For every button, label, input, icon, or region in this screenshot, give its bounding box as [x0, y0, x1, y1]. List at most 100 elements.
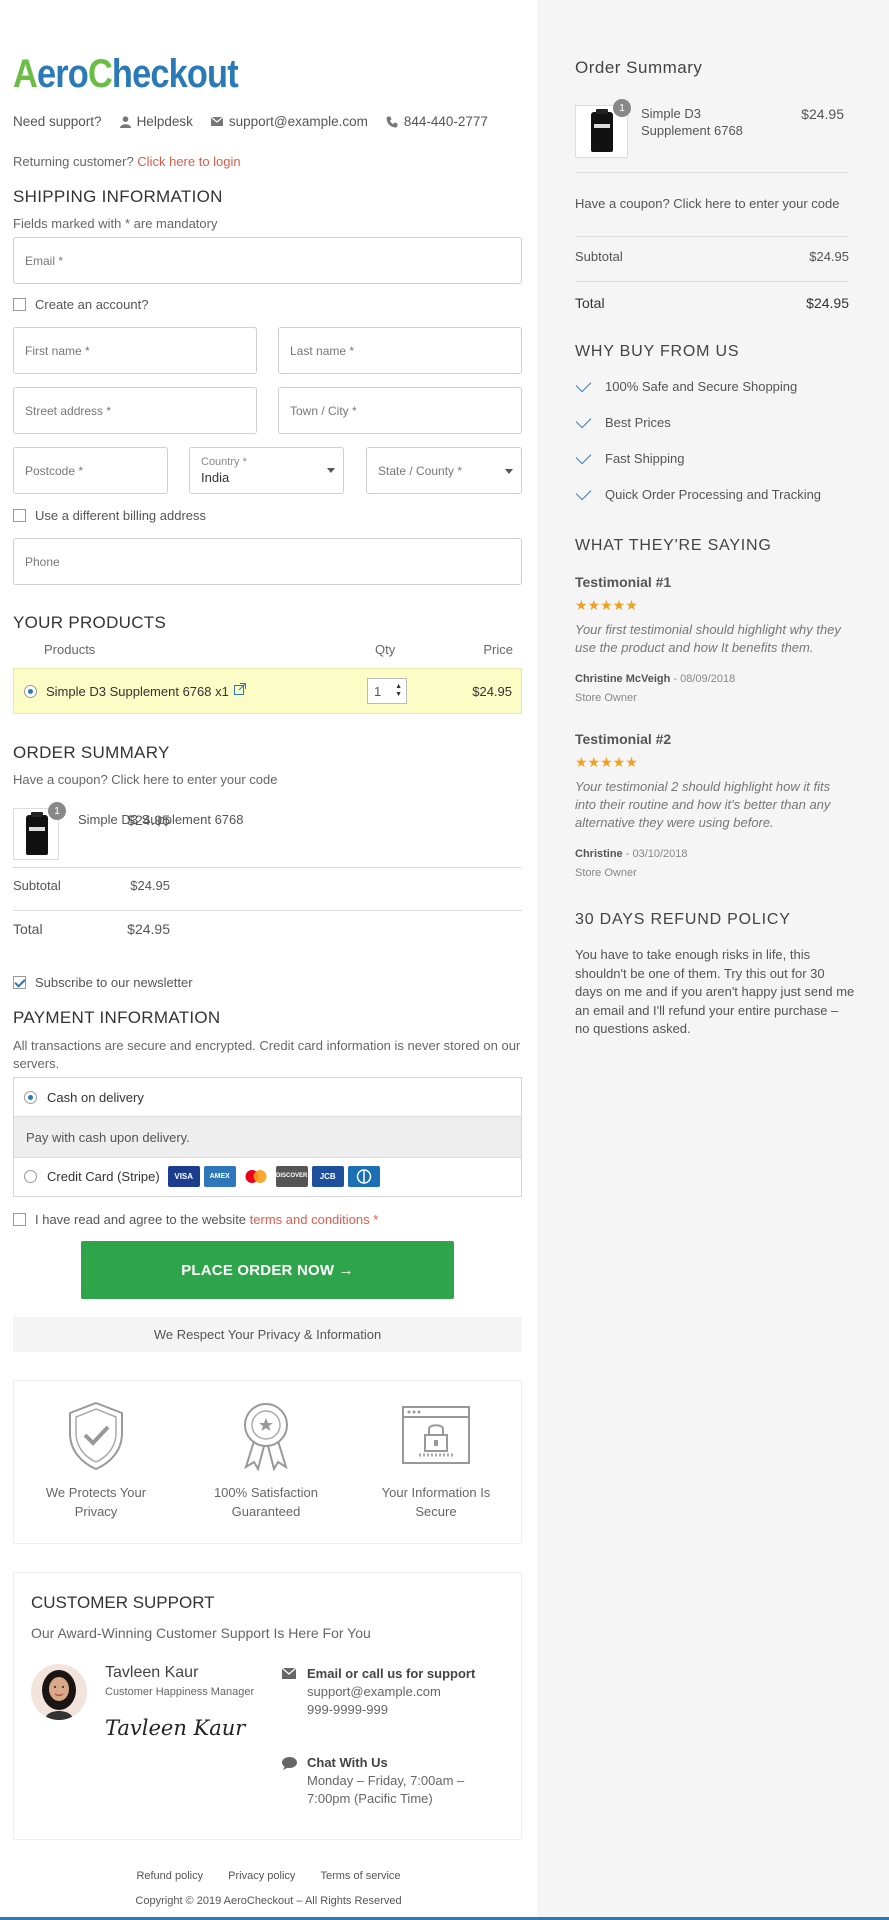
customer-support-box: CUSTOMER SUPPORT Our Award-Winning Custo… [13, 1572, 522, 1840]
city-field[interactable]: Town / City * [278, 387, 522, 434]
check-icon [575, 448, 592, 465]
support-phone-link[interactable]: 844-440-2777 [386, 114, 488, 129]
billing-box[interactable] [13, 509, 26, 522]
sidebar-total-label: Total [575, 295, 605, 311]
newsletter-label: Subscribe to our newsletter [35, 975, 193, 990]
last-name-placeholder: Last name * [290, 343, 355, 358]
stepper-arrows-icon[interactable]: ▲ ▼ [395, 683, 402, 699]
cs-chat-hours-2: 7:00pm (Pacific Time) [307, 1791, 433, 1806]
trust-secure: Your Information Is Secure [361, 1401, 511, 1521]
country-value: India [201, 470, 230, 485]
login-link[interactable]: Click here to login [137, 154, 240, 169]
create-account-box[interactable] [13, 298, 26, 311]
create-account-checkbox[interactable]: Create an account? [13, 297, 148, 312]
check-icon [575, 376, 592, 393]
billing-checkbox[interactable]: Use a different billing address [13, 508, 206, 523]
agent-signature: Tavleen Kaur [105, 1716, 246, 1740]
cs-title: CUSTOMER SUPPORT [31, 1593, 215, 1612]
subtotal-value: $24.95 [130, 878, 170, 893]
avatar [31, 1664, 87, 1720]
street-placeholder: Street address * [25, 403, 112, 418]
cod-option[interactable]: Cash on delivery [24, 1090, 144, 1105]
place-order-button[interactable]: PLACE ORDER NOW → [81, 1241, 454, 1299]
envelope-icon [282, 1668, 296, 1679]
copyright: Copyright © 2019 AeroCheckout – All Righ… [135, 1895, 402, 1907]
logo-ero: ero [36, 52, 89, 96]
first-name-field[interactable]: First name * [13, 327, 257, 374]
helpdesk-link[interactable]: Helpdesk [119, 114, 193, 129]
country-label: Country * [201, 456, 247, 468]
divider [575, 281, 849, 282]
sidebar-quantity-badge: 1 [613, 99, 631, 117]
phone-field[interactable]: Phone [13, 538, 522, 585]
newsletter-checkbox[interactable]: Subscribe to our newsletter [13, 975, 193, 990]
cs-chat-hours-1: Monday – Friday, 7:00am – [307, 1773, 465, 1788]
user-icon [119, 115, 131, 128]
product-radio[interactable] [24, 684, 37, 698]
state-select[interactable]: State / County * [366, 447, 522, 494]
sidebar-subtotal-value: $24.95 [809, 249, 849, 264]
phone-icon [386, 116, 398, 127]
street-field[interactable]: Street address * [13, 387, 257, 434]
postcode-placeholder: Postcode * [25, 463, 84, 478]
trust-secure-line2: Secure [415, 1504, 457, 1519]
country-select[interactable]: Country * India [189, 447, 344, 494]
terms-of-service-link[interactable]: Terms of service [320, 1870, 400, 1882]
quantity-value: 1 [374, 683, 382, 699]
cs-email[interactable]: support@example.com [307, 1684, 441, 1699]
support-email-link[interactable]: support@example.com [210, 114, 368, 129]
col-price: Price [483, 642, 513, 657]
cod-description: Pay with cash upon delivery. [14, 1116, 521, 1158]
cod-radio[interactable] [24, 1091, 37, 1104]
billing-label: Use a different billing address [35, 508, 207, 523]
shipping-title: SHIPPING INFORMATION [13, 187, 223, 206]
sidebar-coupon-link[interactable]: Have a coupon? Click here to enter your … [575, 196, 840, 211]
divider [575, 236, 849, 237]
payment-note: All transactions are secure and encrypte… [13, 1038, 521, 1071]
stripe-label: Credit Card (Stripe) [47, 1169, 160, 1184]
cs-email-title: Email or call us for support [307, 1666, 476, 1681]
stripe-option[interactable]: Credit Card (Stripe) VISA AMEX DISCOVER … [24, 1166, 384, 1187]
refund-line: shouldn't be one of them. Try this out f… [575, 965, 825, 981]
last-name-field[interactable]: Last name * [278, 327, 522, 374]
payment-title: PAYMENT INFORMATION [13, 1008, 221, 1027]
testimonial-title: Testimonial #2 [575, 731, 672, 747]
newsletter-box[interactable] [13, 976, 26, 989]
total-value: $24.95 [127, 921, 170, 937]
privacy-policy-link[interactable]: Privacy policy [228, 1870, 295, 1882]
refund-policy-title: 30 DAYS REFUND POLICY [575, 911, 791, 928]
terms-link[interactable]: terms and conditions [250, 1212, 370, 1227]
logo-a: A [13, 52, 38, 96]
amex-icon: AMEX [203, 1166, 236, 1187]
terms-box[interactable] [13, 1213, 26, 1226]
email-field[interactable]: Email * [13, 237, 522, 284]
stripe-radio[interactable] [24, 1170, 37, 1183]
divider [13, 910, 522, 911]
refund-line: an email and I'll refund your entire pur… [575, 1002, 839, 1018]
returning-customer: Returning customer? Click here to login [13, 154, 241, 169]
privacy-bar: We Respect Your Privacy & Information [13, 1317, 522, 1352]
cs-phone[interactable]: 999-9999-999 [307, 1702, 388, 1717]
quantity-stepper[interactable]: 1 ▲ ▼ [367, 678, 407, 704]
star-rating-icon: ★★★★★ [575, 754, 638, 770]
why-item: Best Prices [575, 412, 671, 430]
why-item-label: Quick Order Processing and Tracking [605, 487, 822, 502]
discover-icon: DISCOVER [275, 1166, 308, 1187]
footer-links: Refund policy Privacy policy Terms of se… [0, 1870, 537, 1882]
check-icon [575, 484, 592, 501]
postcode-field[interactable]: Postcode * [13, 447, 168, 494]
external-link-icon[interactable] [233, 683, 246, 695]
quote-line: into their routine and how it's better t… [575, 797, 831, 812]
supplement-bottle-image [26, 812, 48, 855]
quantity-badge: 1 [48, 802, 66, 820]
jcb-icon: JCB [311, 1166, 344, 1187]
total-label: Total [13, 921, 43, 937]
refund-policy-link[interactable]: Refund policy [136, 1870, 203, 1882]
phone-placeholder: Phone [25, 554, 60, 569]
author-name: Christine [575, 848, 623, 860]
terms-checkbox[interactable]: I have read and agree to the website ter… [13, 1212, 378, 1227]
support-phone-text: 844-440-2777 [403, 114, 488, 129]
coupon-link[interactable]: Have a coupon? Click here to enter your … [13, 772, 278, 787]
why-item: 100% Safe and Secure Shopping [575, 376, 797, 394]
helpdesk-label: Helpdesk [136, 114, 193, 129]
